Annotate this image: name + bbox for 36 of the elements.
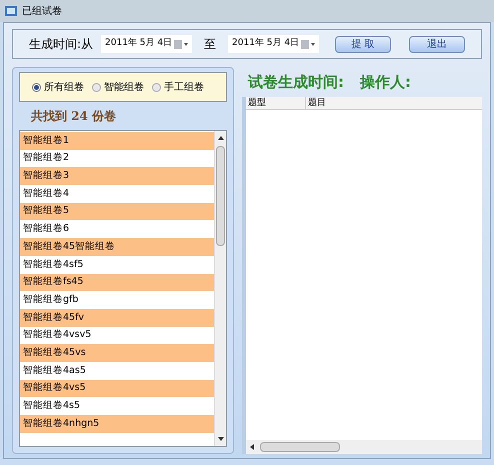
group-type-radio[interactable]: 所有组卷 <box>32 80 84 94</box>
paper-list-item[interactable]: 智能组卷3 <box>20 167 214 186</box>
paper-list-item[interactable]: 智能组卷45fv <box>20 308 214 327</box>
paper-list-item[interactable]: 智能组卷45vs <box>20 344 214 362</box>
paper-list-item[interactable]: 智能组卷2 <box>20 150 214 168</box>
result-count: 共找到 24 份卷 <box>30 108 118 125</box>
paper-list-item[interactable]: 智能组卷4nhgn5 <box>20 415 214 433</box>
operator-label: 操作人: <box>360 72 411 93</box>
generation-time-label: 试卷生成时间: <box>248 72 344 93</box>
from-date-picker[interactable]: 2011年 5月 4日 <box>101 35 192 53</box>
to-date-picker[interactable]: 2011年 5月 4日 <box>228 35 319 53</box>
column-header[interactable]: 题目 <box>306 97 482 109</box>
group-type-radio[interactable]: 手工组卷 <box>152 80 204 94</box>
vertical-scrollbar[interactable] <box>214 131 226 446</box>
horizontal-scrollbar[interactable] <box>246 440 482 454</box>
calendar-dropdown-icon <box>300 40 315 48</box>
exit-button[interactable]: 退出 <box>408 36 465 52</box>
app-icon <box>4 4 18 18</box>
paper-list-item[interactable]: 智能组卷fs45 <box>20 274 214 292</box>
window-title: 已组试卷 <box>22 4 62 18</box>
scroll-down-icon <box>218 437 224 441</box>
paper-list-item[interactable]: 智能组卷5 <box>20 202 214 220</box>
paper-list-item[interactable]: 智能组卷1 <box>20 132 214 150</box>
scroll-up-icon <box>218 136 224 140</box>
scroll-thumb[interactable] <box>260 442 340 452</box>
from-label: 生成时间:从 <box>29 36 94 53</box>
calendar-dropdown-icon <box>174 40 188 48</box>
column-header[interactable]: 题型 <box>246 97 306 109</box>
paper-list-item[interactable]: 智能组卷45智能组卷 <box>20 238 214 256</box>
fetch-button[interactable]: 提 取 <box>334 36 391 52</box>
scroll-thumb[interactable] <box>216 146 225 246</box>
paper-list-item[interactable]: 智能组卷4vs5 <box>20 380 214 398</box>
scroll-left-icon <box>250 444 254 450</box>
paper-list-item[interactable]: 智能组卷4vsv5 <box>20 326 214 344</box>
to-label: 至 <box>204 36 216 53</box>
group-type-radio[interactable]: 智能组卷 <box>92 80 144 94</box>
